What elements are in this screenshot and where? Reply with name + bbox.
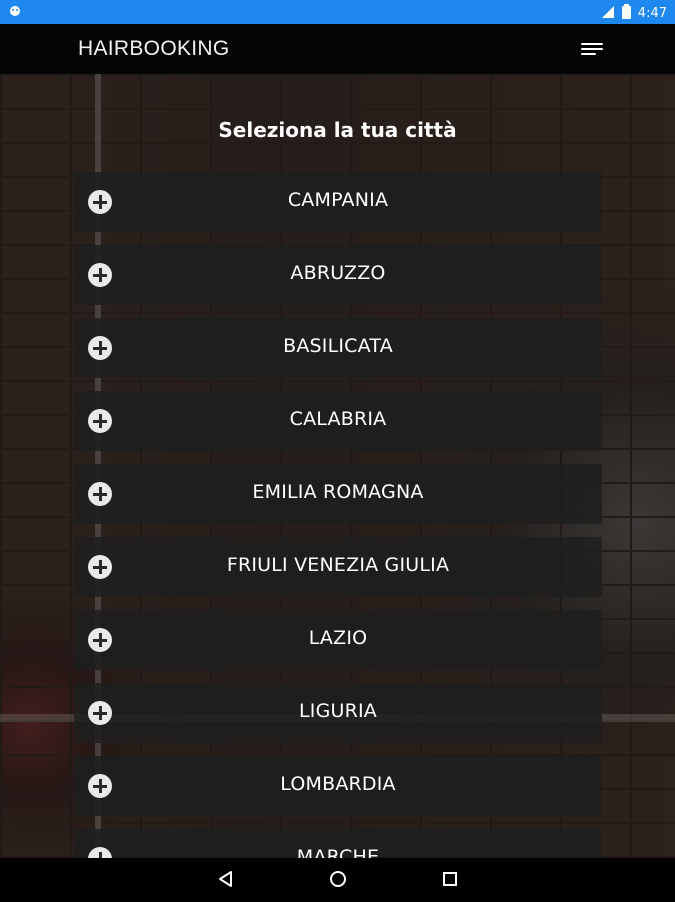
region-label: CALABRIA <box>289 408 387 430</box>
navigation-bar <box>0 858 675 900</box>
status-bar: 4:47 <box>0 0 675 24</box>
notification-icon <box>8 4 22 22</box>
region-label: BASILICATA <box>283 335 393 357</box>
status-time: 4:47 <box>637 6 667 21</box>
region-item[interactable]: LAZIO <box>74 610 602 670</box>
recents-icon[interactable] <box>440 869 460 889</box>
region-item[interactable]: CALABRIA <box>74 391 602 451</box>
region-label: CAMPANIA <box>287 189 389 211</box>
region-label: LOMBARDIA <box>280 773 396 795</box>
region-label: LIGURIA <box>298 700 378 722</box>
region-list: CAMPANIA ABRUZZO BASILICATA CALABRIA EMILIA … <box>74 172 602 902</box>
region-item[interactable]: ABRUZZO <box>74 245 602 305</box>
app-logo: HAIRBOOKING <box>78 37 230 60</box>
region-item[interactable]: BASILICATA <box>74 318 602 378</box>
app-bar: HAIRBOOKING <box>0 24 675 74</box>
region-item[interactable]: EMILIA ROMAGNA <box>74 464 602 524</box>
hamburger-menu-icon[interactable] <box>581 40 603 58</box>
back-icon[interactable] <box>216 869 236 889</box>
home-icon[interactable] <box>328 869 348 889</box>
region-item[interactable]: FRIULI VENEZIA GIULIA <box>74 537 602 597</box>
region-item[interactable]: CAMPANIA <box>74 172 602 232</box>
region-label: EMILIA ROMAGNA <box>252 481 424 503</box>
battery-icon <box>621 4 631 23</box>
region-item[interactable]: LIGURIA <box>74 683 602 743</box>
region-label: LAZIO <box>308 627 368 649</box>
signal-icon <box>601 5 615 23</box>
region-item[interactable]: LOMBARDIA <box>74 756 602 816</box>
page-title: Seleziona la tua città <box>218 118 457 142</box>
region-label: FRIULI VENEZIA GIULIA <box>226 554 450 576</box>
region-label: ABRUZZO <box>290 262 386 284</box>
